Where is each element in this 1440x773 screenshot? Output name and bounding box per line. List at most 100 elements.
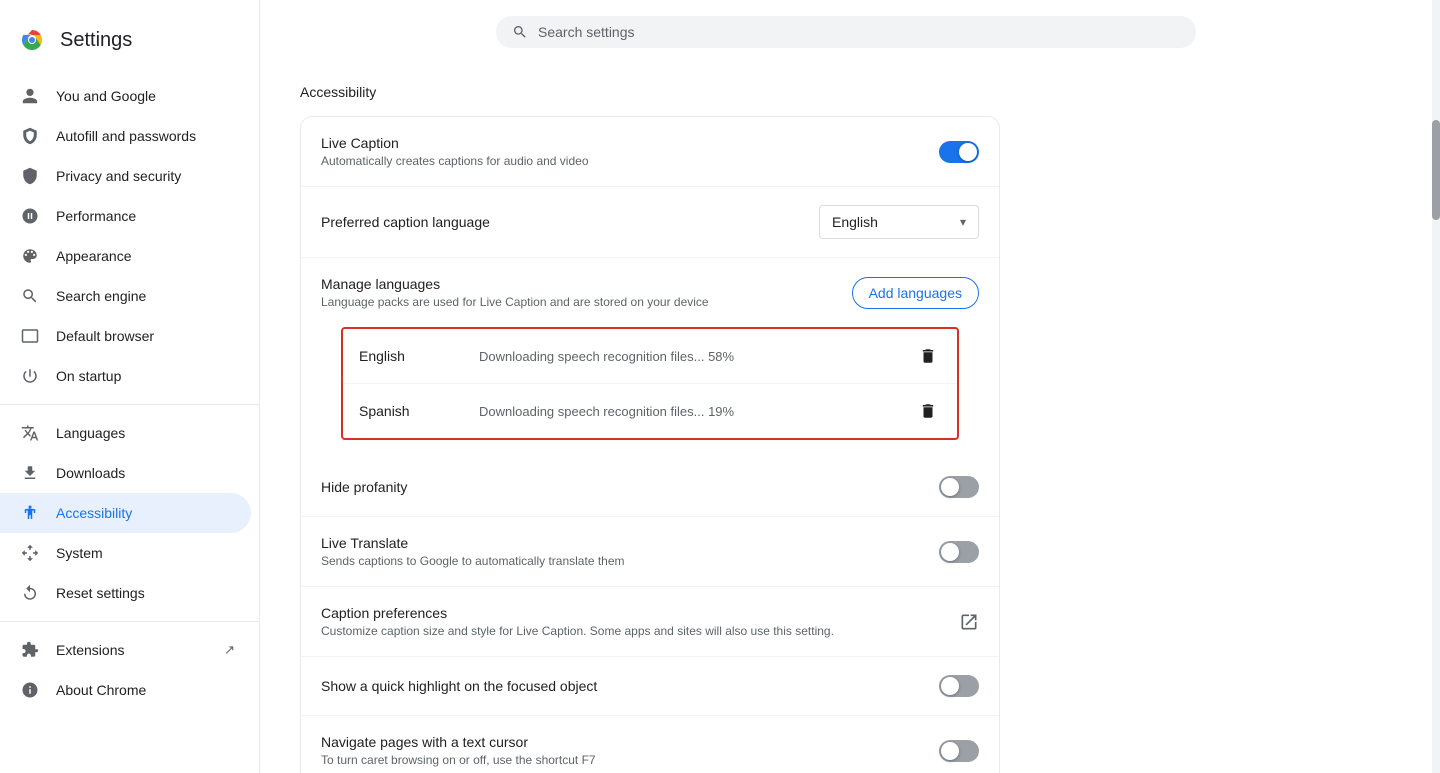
sidebar-item-languages[interactable]: Languages <box>0 413 251 453</box>
sidebar-label-languages: Languages <box>56 425 125 441</box>
sidebar-item-appearance[interactable]: Appearance <box>0 236 251 276</box>
sidebar-item-default-browser[interactable]: Default browser <box>0 316 251 356</box>
sidebar-item-reset-settings[interactable]: Reset settings <box>0 573 251 613</box>
language-status-english: Downloading speech recognition files... … <box>479 349 915 364</box>
external-link-extensions-icon: ↗ <box>224 642 235 658</box>
sidebar-label-you-and-google: You and Google <box>56 88 156 104</box>
sidebar-item-system[interactable]: System <box>0 533 251 573</box>
sidebar-label-search-engine: Search engine <box>56 288 146 304</box>
accessibility-section: Accessibility Live Caption Automatically… <box>300 84 1000 773</box>
sidebar-item-performance[interactable]: Performance <box>0 196 251 236</box>
caption-language-dropdown[interactable]: English ▾ <box>819 205 979 239</box>
search-bar-icon <box>512 24 528 40</box>
setting-row-caption-preferences: Caption preferences Customize caption si… <box>301 587 999 657</box>
search-bar <box>496 16 1196 48</box>
language-name-english: English <box>359 348 439 364</box>
sidebar-label-reset-settings: Reset settings <box>56 585 145 601</box>
sidebar-label-on-startup: On startup <box>56 368 121 384</box>
shield-icon <box>20 166 40 186</box>
caption-language-info: Preferred caption language <box>321 214 819 230</box>
delete-english-button[interactable] <box>915 343 941 369</box>
trash-icon <box>919 347 937 365</box>
live-translate-label: Live Translate <box>321 535 923 551</box>
live-caption-toggle[interactable] <box>939 141 979 163</box>
setting-row-live-translate: Live Translate Sends captions to Google … <box>301 517 999 587</box>
manage-languages-desc: Language packs are used for Live Caption… <box>321 295 709 309</box>
open-in-new-icon <box>959 612 979 632</box>
caption-preferences-external-link[interactable] <box>959 612 979 632</box>
setting-row-caption-language: Preferred caption language English ▾ <box>301 187 999 258</box>
system-icon <box>20 543 40 563</box>
toggle-thumb-3 <box>941 543 959 561</box>
sidebar: Settings You and Google Autofill and pas… <box>0 0 260 773</box>
sidebar-item-downloads[interactable]: Downloads <box>0 453 251 493</box>
settings-card-accessibility: Live Caption Automatically creates capti… <box>300 116 1000 773</box>
sidebar-item-about-chrome[interactable]: About Chrome <box>0 670 251 710</box>
sidebar-label-appearance: Appearance <box>56 248 132 264</box>
sidebar-divider-2 <box>0 621 259 622</box>
sidebar-header: Settings <box>0 16 259 76</box>
sidebar-item-autofill[interactable]: Autofill and passwords <box>0 116 251 156</box>
search-bar-container <box>260 0 1432 64</box>
toggle-thumb-2 <box>941 478 959 496</box>
setting-row-quick-highlight: Show a quick highlight on the focused ob… <box>301 657 999 716</box>
reset-icon <box>20 583 40 603</box>
main-content: Accessibility Live Caption Automatically… <box>260 0 1432 773</box>
toggle-thumb-4 <box>941 677 959 695</box>
power-icon <box>20 366 40 386</box>
live-caption-label: Live Caption <box>321 135 923 151</box>
sidebar-label-autofill: Autofill and passwords <box>56 128 196 144</box>
caption-preferences-info: Caption preferences Customize caption si… <box>321 605 959 638</box>
accessibility-icon <box>20 503 40 523</box>
sidebar-item-privacy[interactable]: Privacy and security <box>0 156 251 196</box>
setting-row-hide-profanity: Hide profanity <box>301 458 999 517</box>
scrollbar-thumb[interactable] <box>1432 120 1440 220</box>
live-translate-info: Live Translate Sends captions to Google … <box>321 535 939 568</box>
delete-spanish-button[interactable] <box>915 398 941 424</box>
text-cursor-info: Navigate pages with a text cursor To tur… <box>321 734 939 767</box>
manage-lang-info: Manage languages Language packs are used… <box>321 276 709 309</box>
add-languages-button[interactable]: Add languages <box>852 277 979 309</box>
sidebar-label-extensions: Extensions <box>56 642 124 658</box>
sidebar-label-about-chrome: About Chrome <box>56 682 146 698</box>
live-caption-info: Live Caption Automatically creates capti… <box>321 135 939 168</box>
quick-highlight-toggle[interactable] <box>939 675 979 697</box>
spacer <box>321 313 979 327</box>
setting-row-live-caption: Live Caption Automatically creates capti… <box>301 117 999 187</box>
sidebar-label-default-browser: Default browser <box>56 328 154 344</box>
sidebar-divider-1 <box>0 404 259 405</box>
live-translate-toggle[interactable] <box>939 541 979 563</box>
caption-language-label: Preferred caption language <box>321 214 803 230</box>
list-item-english: English Downloading speech recognition f… <box>343 329 957 384</box>
toggle-thumb <box>959 143 977 161</box>
hide-profanity-label: Hide profanity <box>321 479 923 495</box>
list-item-spanish: Spanish Downloading speech recognition f… <box>343 384 957 438</box>
setting-row-text-cursor: Navigate pages with a text cursor To tur… <box>301 716 999 773</box>
caption-preferences-desc: Customize caption size and style for Liv… <box>321 624 943 638</box>
live-translate-desc: Sends captions to Google to automaticall… <box>321 554 923 568</box>
download-icon <box>20 463 40 483</box>
toggle-thumb-5 <box>941 742 959 760</box>
sidebar-item-on-startup[interactable]: On startup <box>0 356 251 396</box>
sidebar-item-extensions[interactable]: Extensions ↗ <box>0 630 251 670</box>
content-area: Accessibility Live Caption Automatically… <box>260 64 1432 773</box>
text-cursor-label: Navigate pages with a text cursor <box>321 734 923 750</box>
search-input[interactable] <box>538 24 1180 40</box>
sidebar-label-performance: Performance <box>56 208 136 224</box>
chrome-logo-icon <box>16 24 48 56</box>
sidebar-label-privacy: Privacy and security <box>56 168 181 184</box>
sidebar-item-accessibility[interactable]: Accessibility <box>0 493 251 533</box>
sidebar-item-you-and-google[interactable]: You and Google <box>0 76 251 116</box>
palette-icon <box>20 246 40 266</box>
language-list: English Downloading speech recognition f… <box>341 327 959 440</box>
live-caption-desc: Automatically creates captions for audio… <box>321 154 923 168</box>
about-chrome-icon <box>20 680 40 700</box>
text-cursor-desc: To turn caret browsing on or off, use th… <box>321 753 923 767</box>
scrollbar-track[interactable] <box>1432 0 1440 773</box>
hide-profanity-toggle[interactable] <box>939 476 979 498</box>
dropdown-value: English <box>832 214 878 230</box>
hide-profanity-info: Hide profanity <box>321 479 939 495</box>
text-cursor-toggle[interactable] <box>939 740 979 762</box>
chevron-down-icon: ▾ <box>960 215 966 229</box>
sidebar-item-search-engine[interactable]: Search engine <box>0 276 251 316</box>
